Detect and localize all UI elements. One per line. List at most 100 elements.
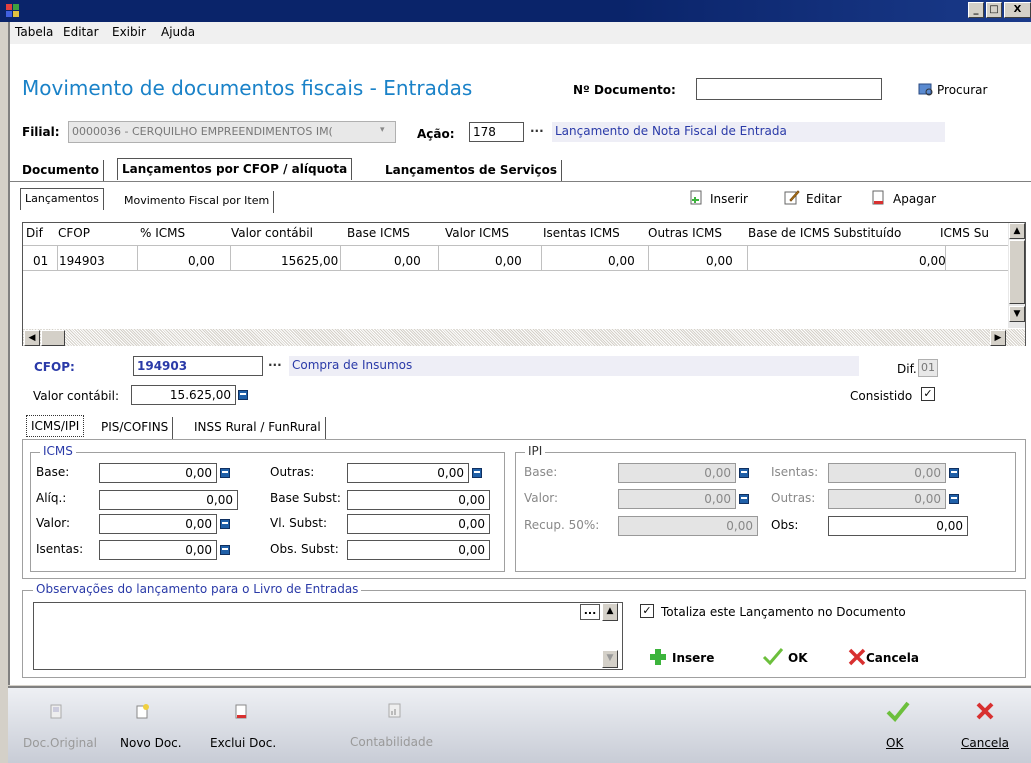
ipi-isentas-input[interactable]: 0,00 xyxy=(828,463,946,483)
delete-icon[interactable] xyxy=(872,190,886,206)
cfop-lookup-button[interactable]: ... xyxy=(268,355,282,369)
tab-pis-cofins[interactable]: PIS/COFINS xyxy=(97,417,174,439)
ok-button[interactable]: OK xyxy=(886,736,903,750)
horizontal-scrollbar[interactable] xyxy=(23,329,1025,346)
col-base-icms[interactable]: Base ICMS xyxy=(347,226,410,240)
ipi-recup-input[interactable]: 0,00 xyxy=(618,516,758,536)
exclui-doc-button[interactable]: Exclui Doc. xyxy=(210,736,276,750)
icms-base-subst-input[interactable]: 0,00 xyxy=(347,490,490,510)
cancela-inline-button[interactable]: Cancela xyxy=(866,651,919,665)
dif-input[interactable]: 01 xyxy=(918,359,938,377)
grid-col-line xyxy=(747,246,748,270)
ipi-base-input[interactable]: 0,00 xyxy=(618,463,736,483)
edit-icon[interactable] xyxy=(784,189,800,205)
icms-valor-input[interactable]: 0,00 xyxy=(99,514,217,534)
icms-outras-input[interactable]: 0,00 xyxy=(347,463,469,483)
calculator-icon[interactable] xyxy=(238,390,248,400)
insert-button[interactable]: Inserir xyxy=(710,192,748,206)
cancela-button[interactable]: Cancela xyxy=(961,736,1009,750)
col-isentas-icms[interactable]: Isentas ICMS xyxy=(543,226,620,240)
x-icon[interactable] xyxy=(848,648,866,666)
ipi-base-label: Base: xyxy=(524,465,558,479)
cell-valor-contabil: 15625,00 xyxy=(281,254,339,268)
ok-inline-button[interactable]: OK xyxy=(788,651,808,665)
valor-contabil-input[interactable]: 15.625,00 xyxy=(131,385,236,405)
icms-obs-subst-input[interactable]: 0,00 xyxy=(347,540,490,560)
tab-lancamentos-cfop[interactable]: Lançamentos por CFOP / alíquota xyxy=(117,158,353,180)
acao-input[interactable]: 178 xyxy=(469,122,524,142)
tab-lancamentos-servicos[interactable]: Lançamentos de Serviços xyxy=(381,160,563,182)
obs-scroll-down-button[interactable]: ▼ xyxy=(602,650,618,668)
close-button[interactable]: X xyxy=(1004,2,1031,18)
menu-exibir[interactable]: Exibir xyxy=(112,25,146,39)
col-dif[interactable]: Dif xyxy=(26,226,43,240)
calculator-icon[interactable] xyxy=(739,494,749,504)
menu-editar[interactable]: Editar xyxy=(63,25,99,39)
plus-icon[interactable] xyxy=(649,648,667,666)
scroll-down-button[interactable]: ▼ xyxy=(1009,306,1025,322)
search-button[interactable]: Procurar xyxy=(937,83,987,97)
calculator-icon[interactable] xyxy=(949,494,959,504)
icms-aliq-input[interactable]: 0,00 xyxy=(99,490,238,510)
acao-lookup-button[interactable]: ... xyxy=(530,121,544,135)
tab-movimento-fiscal-item[interactable]: Movimento Fiscal por Item xyxy=(120,191,275,213)
cfop-input[interactable]: 194903 xyxy=(133,356,263,376)
novo-doc-button[interactable]: Novo Doc. xyxy=(120,736,182,750)
delete-button[interactable]: Apagar xyxy=(893,192,936,206)
chevron-down-icon[interactable]: ▾ xyxy=(380,125,385,135)
col-outras-icms[interactable]: Outras ICMS xyxy=(648,226,722,240)
icms-base-input[interactable]: 0,00 xyxy=(99,463,217,483)
insere-button[interactable]: Insere xyxy=(672,651,714,665)
obs-scroll-up-button[interactable]: ▲ xyxy=(602,603,618,621)
calculator-icon[interactable] xyxy=(949,468,959,478)
col-pct-icms[interactable]: % ICMS xyxy=(140,226,185,240)
icms-isentas-input[interactable]: 0,00 xyxy=(99,540,217,560)
calculator-icon[interactable] xyxy=(220,545,230,555)
tab-icms-ipi[interactable]: ICMS/IPI xyxy=(26,415,85,437)
col-icms-subst[interactable]: ICMS Su xyxy=(940,226,1008,240)
calculator-icon[interactable] xyxy=(739,468,749,478)
scroll-thumb[interactable] xyxy=(1009,240,1025,304)
tab-documento[interactable]: Documento xyxy=(18,160,105,182)
grid-col-line xyxy=(648,246,649,270)
hscroll-thumb[interactable] xyxy=(41,330,65,346)
col-valor-contabil[interactable]: Valor contábil xyxy=(231,226,313,240)
cell-valor-icms: 0,00 xyxy=(495,254,522,268)
calculator-icon[interactable] xyxy=(220,519,230,529)
checkmark-icon[interactable] xyxy=(762,646,784,666)
observacoes-textarea[interactable] xyxy=(33,602,623,670)
icms-vl-subst-input[interactable]: 0,00 xyxy=(347,514,490,534)
table-row[interactable]: 01 194903 0,00 15625,00 0,00 0,00 0,00 0… xyxy=(23,246,1008,270)
ipi-recup-label: Recup. 50%: xyxy=(524,518,600,532)
totaliza-checkbox[interactable]: ✓ xyxy=(640,604,654,618)
filial-select[interactable]: 0000036 - CERQUILHO EMPREENDIMENTOS IM( xyxy=(68,121,396,143)
menu-tabela[interactable]: Tabela xyxy=(15,25,53,39)
calculator-icon[interactable] xyxy=(472,468,482,478)
ipi-obs-input[interactable]: 0,00 xyxy=(828,516,968,536)
calculator-icon[interactable] xyxy=(220,468,230,478)
ipi-valor-input[interactable]: 0,00 xyxy=(618,489,736,509)
observacoes-lookup-button[interactable]: ... xyxy=(580,604,600,620)
search-icon[interactable] xyxy=(918,83,934,97)
ipi-isentas-label: Isentas: xyxy=(771,465,819,479)
maximize-button[interactable]: □ xyxy=(986,2,1002,18)
col-base-subst[interactable]: Base de ICMS Substituído xyxy=(748,226,901,240)
doc-original-button[interactable]: Doc.Original xyxy=(23,736,97,750)
scroll-left-button[interactable]: ◀ xyxy=(24,330,40,346)
menu-ajuda[interactable]: Ajuda xyxy=(161,25,195,39)
edit-button[interactable]: Editar xyxy=(806,192,842,206)
cell-base-subst: 0,00 xyxy=(919,254,946,268)
minimize-button[interactable]: _ xyxy=(968,2,984,18)
doc-number-input[interactable] xyxy=(696,78,882,100)
insert-icon[interactable] xyxy=(690,190,704,206)
scroll-right-button[interactable]: ▶ xyxy=(990,330,1006,346)
consistido-checkbox[interactable]: ✓ xyxy=(921,387,935,401)
scroll-up-button[interactable]: ▲ xyxy=(1009,223,1025,239)
grid-col-line xyxy=(340,246,341,270)
contabilidade-button[interactable]: Contabilidade xyxy=(350,735,433,749)
ipi-outras-input[interactable]: 0,00 xyxy=(828,489,946,509)
col-cfop[interactable]: CFOP xyxy=(58,226,90,240)
col-valor-icms[interactable]: Valor ICMS xyxy=(445,226,509,240)
tab-lancamentos[interactable]: Lançamentos xyxy=(20,188,104,210)
tab-inss-rural[interactable]: INSS Rural / FunRural xyxy=(190,417,326,439)
